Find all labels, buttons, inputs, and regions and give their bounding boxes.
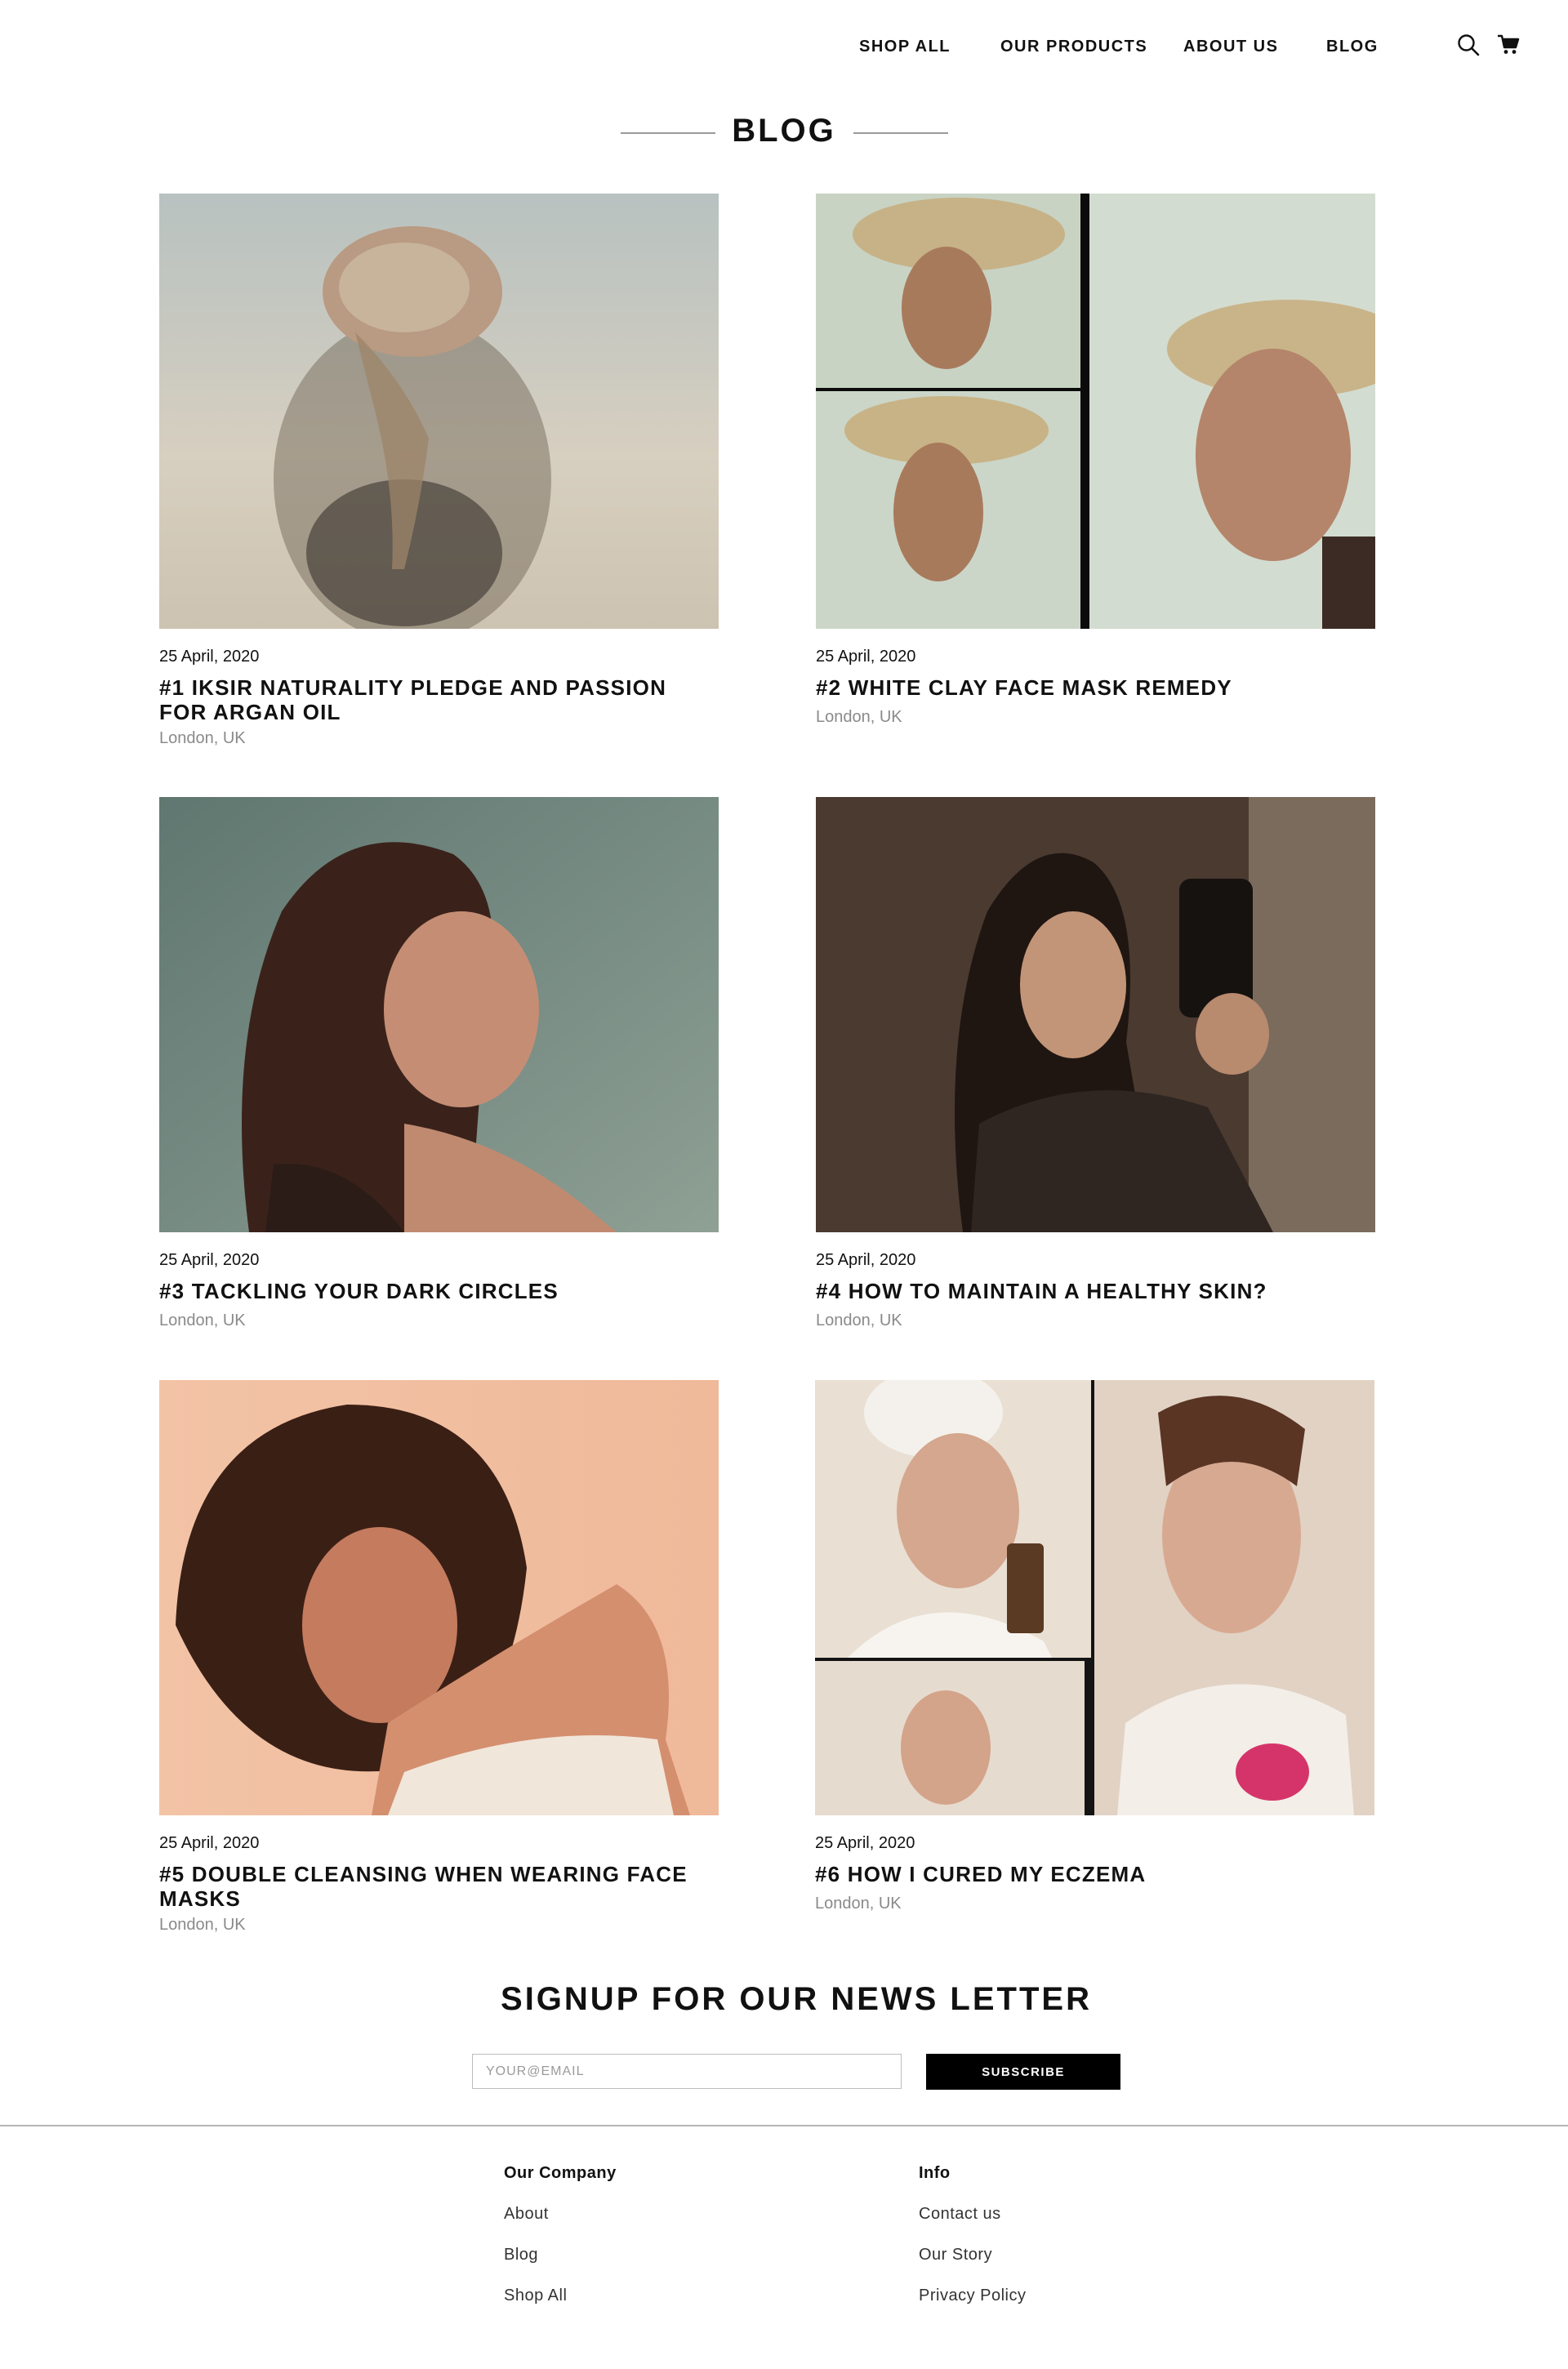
post-date: 25 April, 2020 xyxy=(815,1834,915,1852)
post-title[interactable]: #1 IKSIR NATURALITY PLEDGE AND PASSION F… xyxy=(159,675,698,724)
post-location: London, UK xyxy=(816,708,902,726)
subscribe-button[interactable]: SUBSCRIBE xyxy=(926,2054,1120,2090)
nav-our-products[interactable]: OUR PRODUCTS xyxy=(1000,38,1147,56)
email-field[interactable] xyxy=(472,2054,902,2089)
post-image[interactable] xyxy=(159,797,719,1232)
newsletter-title: SIGNUP FOR OUR NEWS LETTER xyxy=(501,1981,1092,2017)
footer-link-privacy-policy[interactable]: Privacy Policy xyxy=(919,2287,1026,2327)
post-date: 25 April, 2020 xyxy=(159,1251,260,1269)
footer-column-info: Info Contact us Our Story Privacy Policy xyxy=(919,2164,1026,2327)
post-title[interactable]: #6 HOW I CURED MY ECZEMA xyxy=(815,1862,1354,1886)
nav-blog[interactable]: BLOG xyxy=(1326,38,1379,56)
post-title[interactable]: #4 HOW TO MAINTAIN A HEALTHY SKIN? xyxy=(816,1279,1355,1303)
footer-column-company: Our Company About Blog Shop All xyxy=(504,2164,617,2327)
post-image[interactable] xyxy=(159,194,719,629)
blog-heading: BLOG xyxy=(0,113,1568,154)
post-image[interactable] xyxy=(816,797,1375,1232)
footer-link-our-story[interactable]: Our Story xyxy=(919,2246,1026,2287)
post-date: 25 April, 2020 xyxy=(159,1834,260,1852)
post-title[interactable]: #5 DOUBLE CLEANSING WHEN WEARING FACE MA… xyxy=(159,1862,698,1911)
post-location: London, UK xyxy=(815,1895,902,1913)
post-location: London, UK xyxy=(159,1311,246,1329)
page-title: BLOG xyxy=(732,113,836,149)
post-date: 25 April, 2020 xyxy=(159,648,260,666)
heading-rule-left xyxy=(621,132,715,134)
search-icon[interactable] xyxy=(1456,33,1481,57)
heading-rule-right xyxy=(853,132,948,134)
footer-divider xyxy=(0,2125,1568,2126)
footer-heading: Info xyxy=(919,2164,951,2182)
post-date: 25 April, 2020 xyxy=(816,648,916,666)
post-date: 25 April, 2020 xyxy=(816,1251,916,1269)
post-title[interactable]: #2 WHITE CLAY FACE MASK REMEDY xyxy=(816,675,1355,700)
post-title[interactable]: #3 TACKLING YOUR DARK CIRCLES xyxy=(159,1279,698,1303)
post-location: London, UK xyxy=(159,729,246,747)
post-location: London, UK xyxy=(159,1916,246,1934)
top-navigation: SHOP ALL OUR PRODUCTS ABOUT US BLOG xyxy=(0,0,1568,94)
post-image[interactable] xyxy=(816,194,1375,629)
cart-icon[interactable] xyxy=(1496,33,1521,57)
nav-about-us[interactable]: ABOUT US xyxy=(1183,38,1278,56)
footer-link-shop-all[interactable]: Shop All xyxy=(504,2287,617,2327)
post-image[interactable] xyxy=(815,1380,1374,1815)
footer-link-contact-us[interactable]: Contact us xyxy=(919,2205,1026,2246)
footer-link-about[interactable]: About xyxy=(504,2205,617,2246)
nav-shop-all[interactable]: SHOP ALL xyxy=(859,38,951,56)
footer-heading: Our Company xyxy=(504,2164,617,2182)
post-image[interactable] xyxy=(159,1380,719,1815)
footer-link-blog[interactable]: Blog xyxy=(504,2246,617,2287)
post-location: London, UK xyxy=(816,1311,902,1329)
